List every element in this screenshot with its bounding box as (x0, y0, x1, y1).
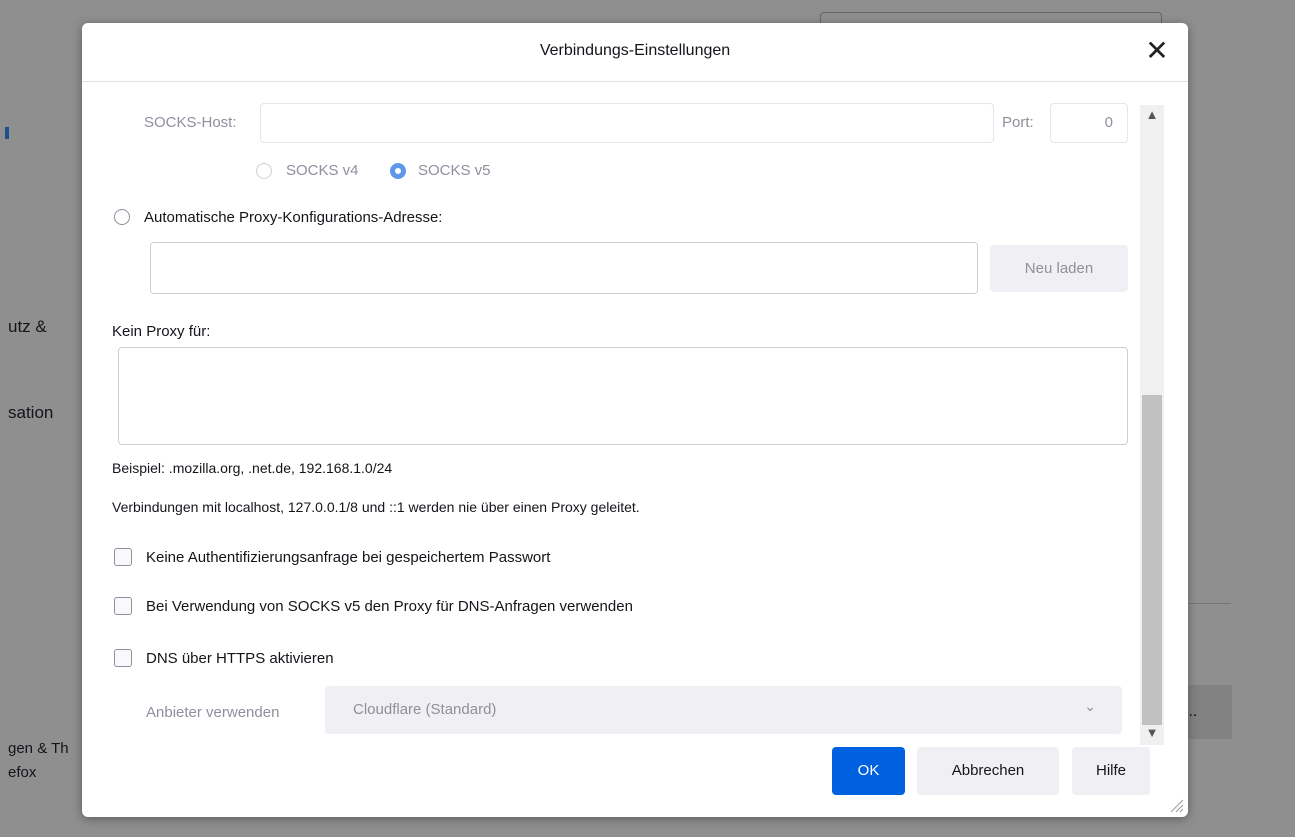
chevron-down-icon: ⌄ (1084, 698, 1096, 714)
dialog-title: Verbindungs-Einstellungen (539, 42, 731, 59)
provider-selected-value: Cloudflare (Standard) (353, 701, 497, 718)
no-proxy-example: Beispiel: .mozilla.org, .net.de, 192.168… (112, 460, 393, 476)
provider-select[interactable]: Cloudflare (Standard) ⌄ (325, 686, 1122, 734)
dialog-titlebar: Verbindungs-Einstellungen ✕ (82, 23, 1188, 82)
cancel-button[interactable]: Abbrechen (917, 747, 1059, 795)
socks-port-label: Port: (1002, 114, 1034, 131)
background-selection-marker (5, 127, 9, 139)
help-button[interactable]: Hilfe (1072, 747, 1150, 795)
ok-button[interactable]: OK (832, 747, 905, 795)
close-icon[interactable]: ✕ (1140, 35, 1174, 69)
auto-proxy-url-input[interactable] (150, 242, 978, 294)
no-proxy-label: Kein Proxy für: (112, 323, 211, 340)
background-category-support: efox (8, 764, 37, 781)
socks-dns-label: Bei Verwendung von SOCKS v5 den Proxy fü… (146, 598, 633, 615)
socks-v4-label: SOCKS v4 (286, 162, 359, 179)
provider-label: Anbieter verwenden (146, 704, 280, 721)
background-category-extensions: gen & Th (8, 740, 69, 757)
resize-grip-icon[interactable] (1168, 797, 1184, 813)
socks-dns-checkbox[interactable] (114, 597, 132, 615)
socks-v5-radio[interactable] (390, 163, 406, 179)
connection-settings-dialog: Verbindungs-Einstellungen ✕ SOCKS-Host: … (82, 23, 1188, 817)
dns-over-https-label: DNS über HTTPS aktivieren (146, 650, 334, 667)
no-proxy-textarea[interactable] (118, 347, 1128, 445)
background-category-privacy: utz & (8, 317, 47, 336)
socks-host-input[interactable] (260, 103, 994, 143)
no-auth-prompt-checkbox[interactable] (114, 548, 132, 566)
socks-v5-label: SOCKS v5 (418, 162, 491, 179)
auto-proxy-label: Automatische Proxy-Konfigurations-Adress… (144, 209, 443, 226)
scroll-down-icon[interactable]: ▼ (1140, 725, 1164, 745)
socks-host-label: SOCKS-Host: (144, 114, 237, 131)
reload-button[interactable]: Neu laden (990, 245, 1128, 292)
socks-port-input[interactable]: 0 (1050, 103, 1128, 143)
socks-v4-radio[interactable] (256, 163, 272, 179)
auto-proxy-radio[interactable] (114, 209, 130, 225)
localhost-note: Verbindungen mit localhost, 127.0.0.1/8 … (112, 499, 640, 515)
scroll-up-icon[interactable]: ▲ (1140, 107, 1164, 127)
background-divider (1185, 603, 1231, 604)
background-category-sync: sation (8, 403, 54, 422)
scrollbar-thumb[interactable] (1142, 395, 1162, 725)
no-auth-prompt-label: Keine Authentifizierungsanfrage bei gesp… (146, 549, 551, 566)
dns-over-https-checkbox[interactable] (114, 649, 132, 667)
